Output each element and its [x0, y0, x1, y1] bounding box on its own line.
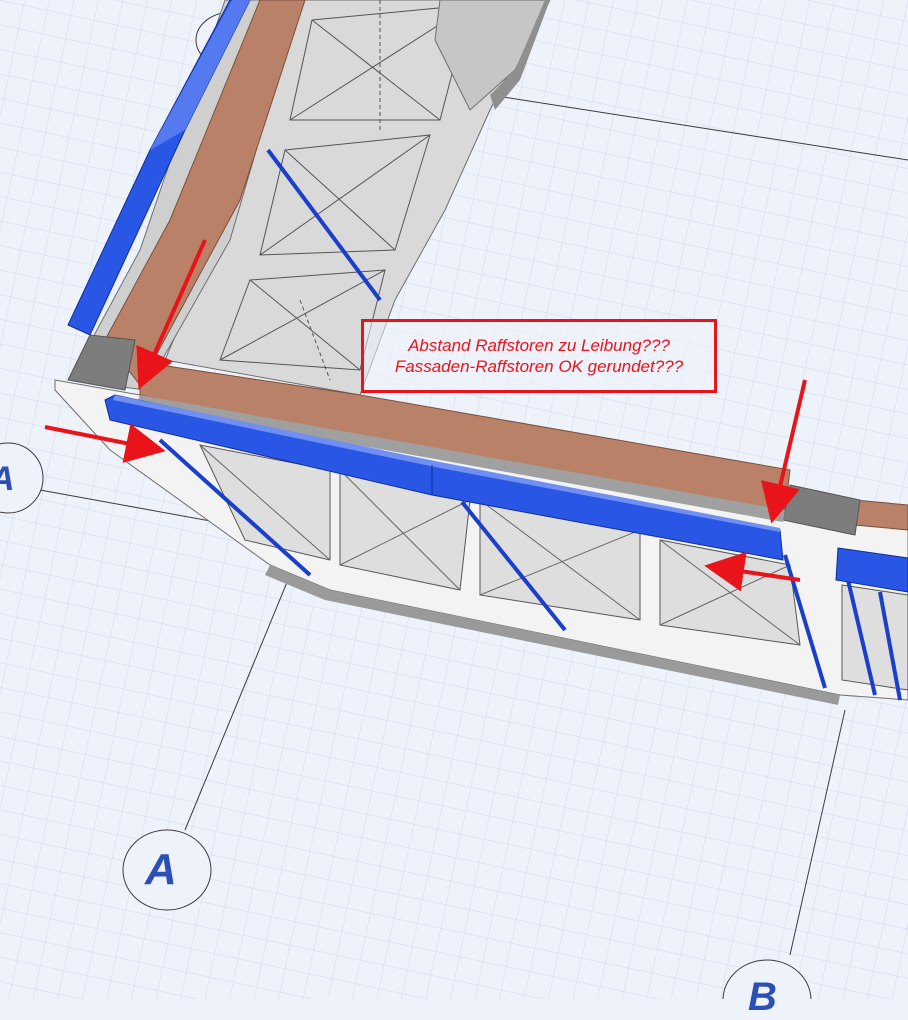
axis-label-a-bottom: A — [145, 845, 177, 894]
annotation-box: Abstand Raffstoren zu Leibung??? Fassade… — [361, 319, 717, 393]
annotation-line-1: Abstand Raffstoren zu Leibung??? — [408, 336, 670, 355]
axis-label-a-left: A — [0, 460, 15, 499]
cad-3d-viewport[interactable]: A A B Abstand Raffstoren zu Leibung??? F… — [0, 0, 908, 1019]
axis-label-b-bottom: B — [748, 975, 777, 1019]
annotation-line-2: Fassaden-Raffstoren OK gerundet??? — [394, 357, 684, 376]
